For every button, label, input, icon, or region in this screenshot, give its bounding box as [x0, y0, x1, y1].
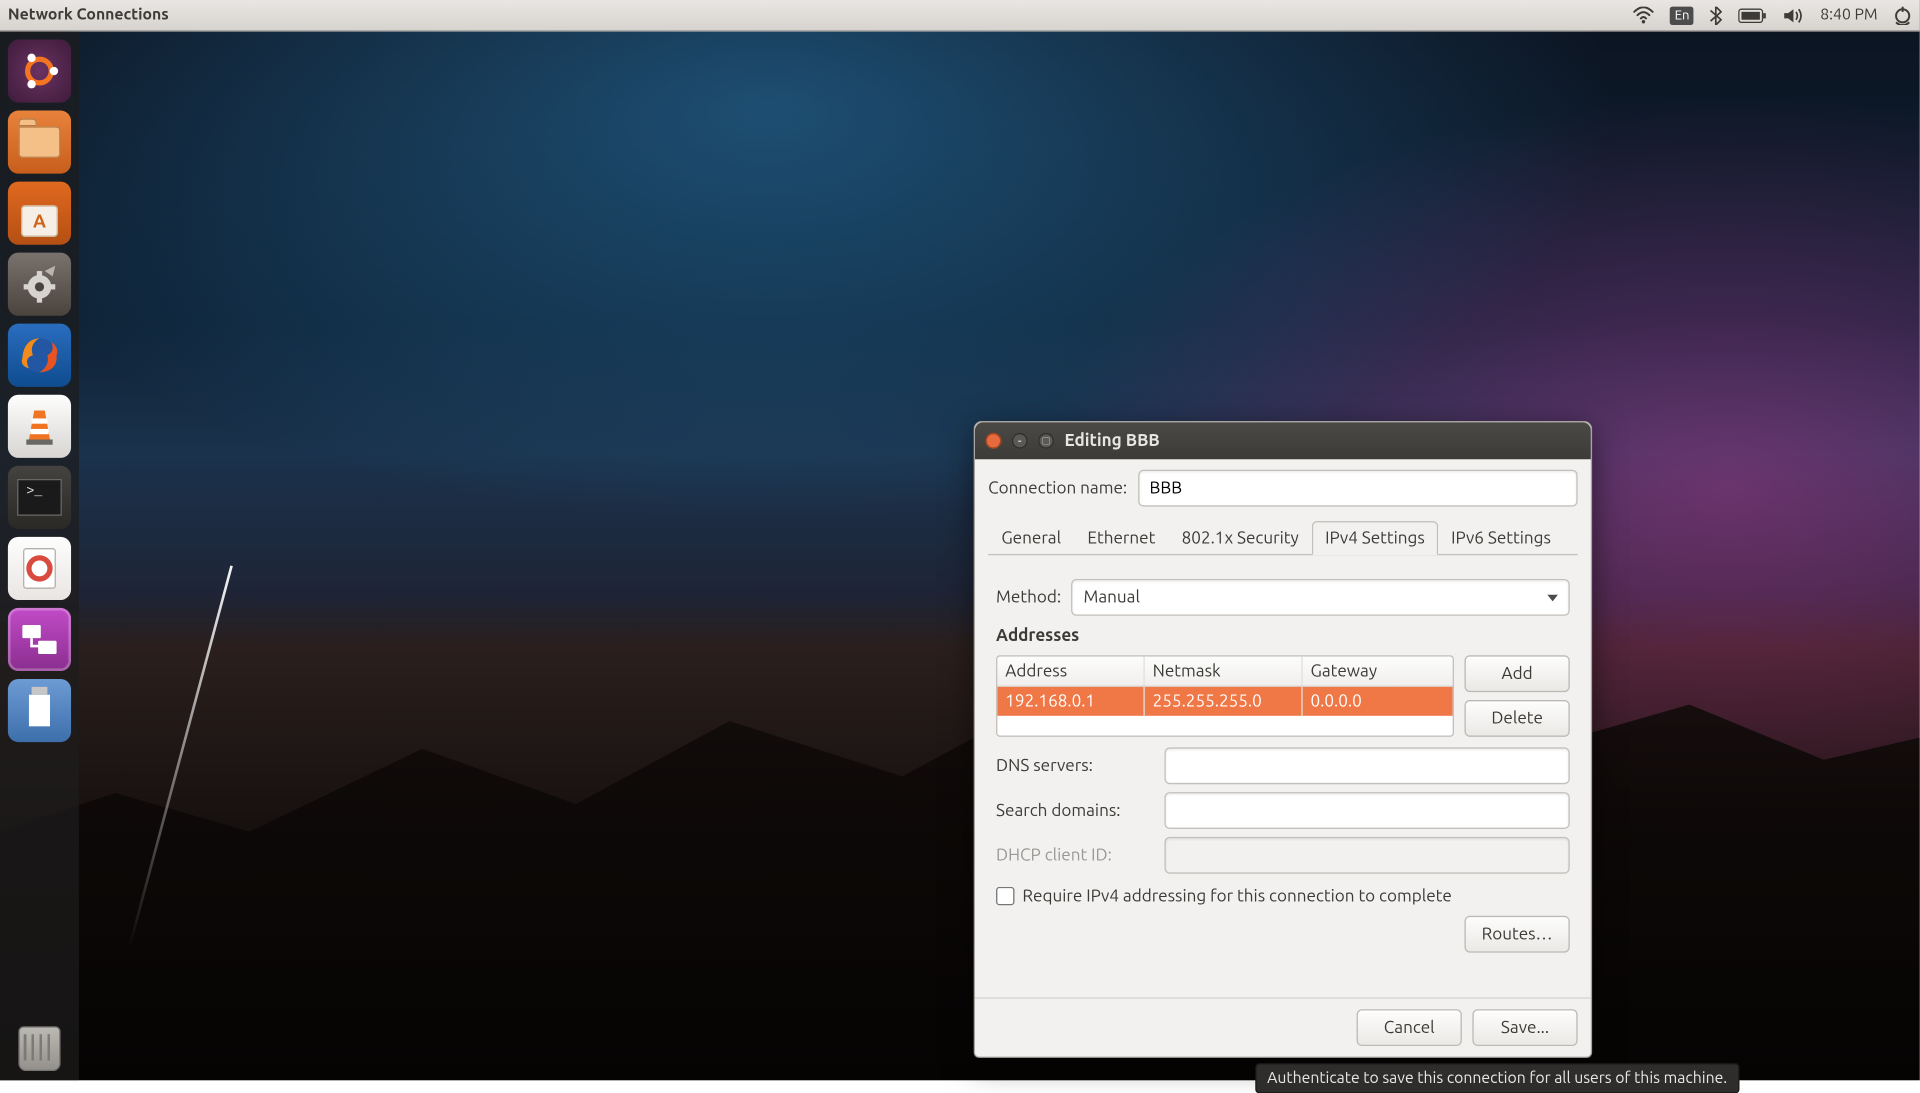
col-address[interactable]: Address — [997, 657, 1144, 686]
launcher: >_ — [0, 32, 79, 1081]
battery-indicator-icon[interactable] — [1731, 0, 1776, 30]
terminal-icon[interactable]: >_ — [8, 466, 71, 529]
dhcp-client-id-label: DHCP client ID: — [996, 846, 1154, 864]
col-gateway[interactable]: Gateway — [1303, 657, 1453, 686]
window-close-icon[interactable] — [986, 433, 1002, 449]
connection-name-input[interactable] — [1138, 470, 1578, 507]
files-icon[interactable] — [8, 111, 71, 174]
method-value: Manual — [1083, 588, 1139, 606]
addresses-label: Addresses — [996, 626, 1570, 644]
vlc-icon[interactable] — [8, 395, 71, 458]
window-title: Editing BBB — [1064, 432, 1159, 450]
cell-gateway: 0.0.0.0 — [1303, 687, 1453, 716]
col-netmask[interactable]: Netmask — [1145, 657, 1303, 686]
tab-ipv6-settings[interactable]: IPv6 Settings — [1438, 521, 1564, 555]
require-ipv4-checkbox[interactable]: Require IPv4 addressing for this connect… — [996, 887, 1570, 905]
dialog-footer: Cancel Save... — [975, 997, 1591, 1056]
tab-ipv4-settings[interactable]: IPv4 Settings — [1312, 521, 1438, 555]
require-ipv4-checkbox-box[interactable] — [996, 887, 1014, 905]
top-panel: Network Connections En 8:40 PM — [0, 0, 1920, 32]
firefox-icon[interactable] — [8, 324, 71, 387]
require-ipv4-checkbox-label: Require IPv4 addressing for this connect… — [1022, 887, 1451, 905]
save-tooltip: Authenticate to save this connection for… — [1255, 1063, 1739, 1093]
cancel-button[interactable]: Cancel — [1357, 1009, 1462, 1046]
window-minimize-icon[interactable]: ‐ — [1012, 433, 1028, 449]
dash-icon[interactable] — [8, 39, 71, 102]
usb-drive-icon[interactable] — [8, 679, 71, 742]
bluetooth-indicator-icon[interactable] — [1702, 0, 1731, 30]
ipv4-settings-pane: Method: Manual Addresses Address Netmask… — [988, 566, 1577, 958]
network-connections-icon[interactable] — [8, 608, 71, 671]
search-domains-label: Search domains: — [996, 801, 1154, 819]
window-maximize-icon[interactable]: □ — [1038, 433, 1054, 449]
tab-ethernet[interactable]: Ethernet — [1074, 521, 1168, 555]
software-center-icon[interactable] — [8, 182, 71, 245]
trash-icon[interactable] — [8, 1017, 71, 1080]
session-indicator-icon[interactable] — [1886, 0, 1920, 30]
panel-app-title: Network Connections — [0, 7, 169, 24]
window-titlebar[interactable]: ‐ □ Editing BBB — [975, 422, 1591, 459]
routes-button[interactable]: Routes… — [1464, 916, 1569, 953]
table-header: Address Netmask Gateway — [997, 657, 1452, 687]
cell-address: 192.168.0.1 — [997, 687, 1144, 716]
search-domains-input[interactable] — [1164, 792, 1569, 829]
addresses-table[interactable]: Address Netmask Gateway 192.168.0.1 255.… — [996, 655, 1454, 737]
add-button[interactable]: Add — [1464, 655, 1569, 692]
connection-name-label: Connection name: — [988, 479, 1127, 497]
dns-servers-input[interactable] — [1164, 747, 1569, 784]
delete-button[interactable]: Delete — [1464, 700, 1569, 737]
editing-connection-window: ‐ □ Editing BBB Connection name: General… — [974, 421, 1592, 1058]
dhcp-client-id-input — [1164, 837, 1569, 874]
chevron-down-icon — [1547, 594, 1558, 601]
clock[interactable]: 8:40 PM — [1812, 7, 1885, 24]
wifi-indicator-icon[interactable] — [1626, 0, 1663, 30]
settings-icon[interactable] — [8, 253, 71, 316]
method-label: Method: — [996, 588, 1061, 606]
tab-general[interactable]: General — [988, 521, 1074, 555]
keyboard-layout-indicator[interactable]: En — [1662, 0, 1701, 30]
method-select[interactable]: Manual — [1072, 579, 1570, 616]
sound-indicator-icon[interactable] — [1776, 0, 1813, 30]
save-button[interactable]: Save... — [1472, 1009, 1577, 1046]
tab-8021x-security[interactable]: 802.1x Security — [1168, 521, 1311, 555]
table-row[interactable]: 192.168.0.1 255.255.255.0 0.0.0.0 — [997, 687, 1452, 716]
cell-netmask: 255.255.255.0 — [1145, 687, 1303, 716]
tab-bar: General Ethernet 802.1x Security IPv4 Se… — [988, 520, 1577, 556]
document-viewer-icon[interactable] — [8, 537, 71, 600]
dns-servers-label: DNS servers: — [996, 757, 1154, 775]
